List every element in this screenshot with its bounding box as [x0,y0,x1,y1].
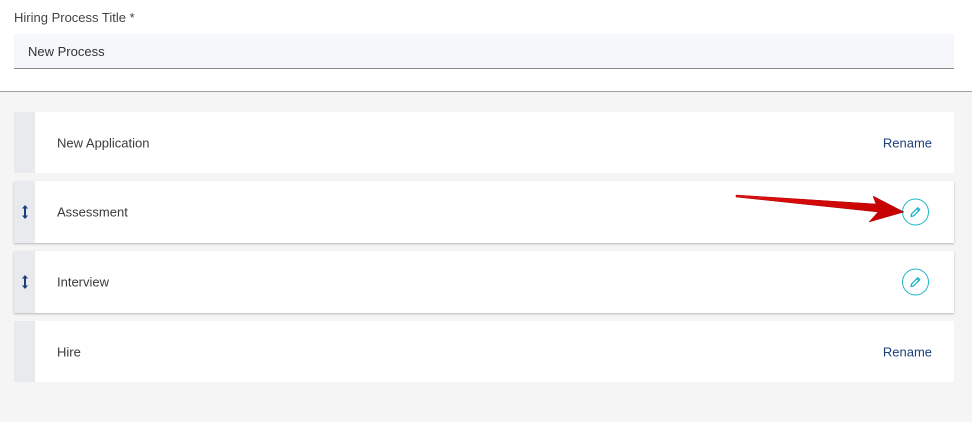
rename-button[interactable]: Rename [883,344,932,359]
stage-handle [14,112,35,173]
pencil-icon [910,207,921,218]
stage-row-assessment[interactable]: Assessment [14,181,954,243]
title-section: Hiring Process Title * [0,0,972,92]
stages-list: New Application Rename Assessment Interv… [0,92,972,422]
stage-row-hire: Hire Rename [14,321,954,382]
stage-row-interview[interactable]: Interview [14,251,954,313]
edit-stage-button[interactable] [902,268,929,296]
hiring-process-title-label: Hiring Process Title * [14,10,135,25]
stage-row-new-application: New Application Rename [14,112,954,173]
drag-handle-icon[interactable] [14,251,35,313]
stage-name: Assessment [57,204,128,220]
stage-name: Hire [57,344,81,359]
hiring-process-title-input[interactable] [14,34,954,69]
stage-handle [14,321,35,382]
stage-name: Interview [57,274,110,290]
edit-stage-button[interactable] [902,198,929,226]
drag-handle-icon[interactable] [14,181,35,243]
pencil-icon [910,277,921,288]
stage-name: New Application [57,135,150,150]
rename-button[interactable]: Rename [883,135,932,150]
